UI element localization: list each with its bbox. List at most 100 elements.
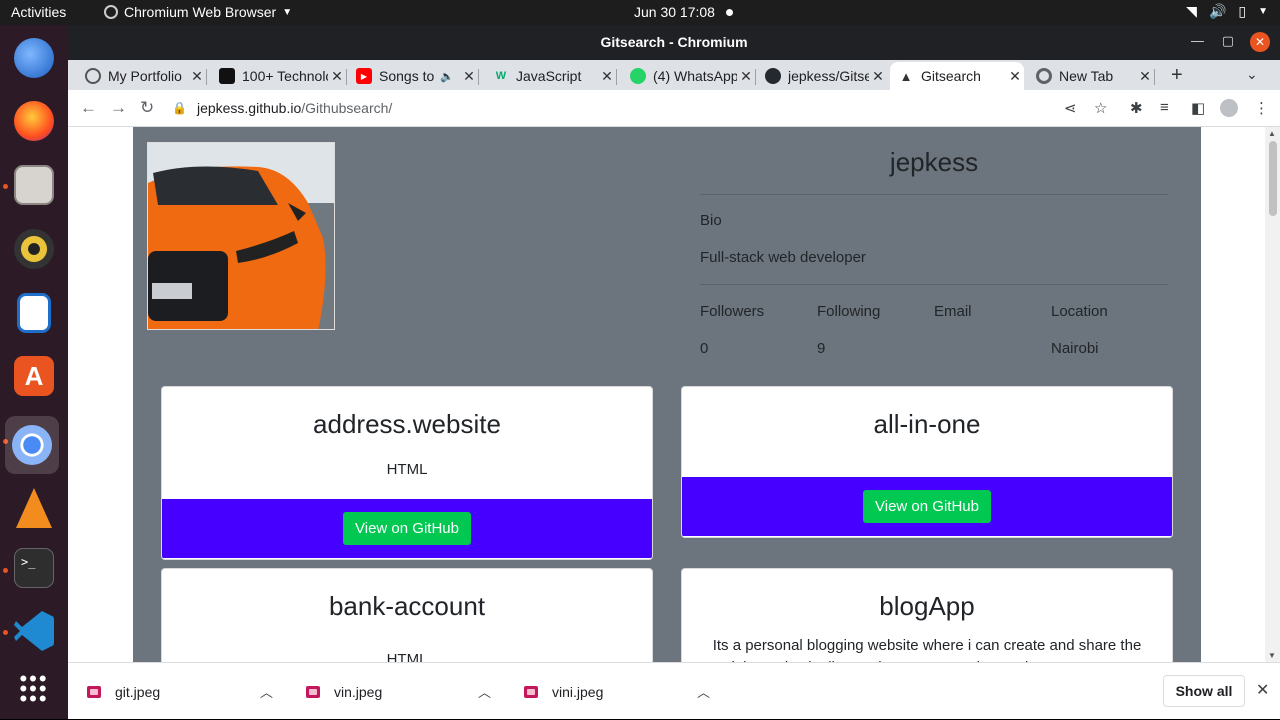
dock-terminal[interactable]: >_ — [10, 544, 58, 592]
dock-chromium[interactable] — [5, 416, 59, 474]
email-label: Email — [934, 303, 972, 320]
tab-separator — [616, 69, 617, 85]
location-label: Location — [1051, 303, 1108, 320]
download-item[interactable]: vini.jpeg ︿ — [524, 663, 724, 720]
repo-language — [682, 451, 1172, 477]
browser-window: Gitsearch - Chromium — ▢ ✕ My Portfolio … — [68, 25, 1280, 719]
tab-songs[interactable]: ▶ Songs to 🔈 ✕ — [348, 62, 479, 90]
close-tab-icon[interactable]: ✕ — [188, 68, 206, 85]
dock-files[interactable] — [10, 161, 58, 209]
menu-kebab-icon[interactable]: ⋮ — [1254, 99, 1269, 117]
tab-javascript[interactable]: W JavaScript ✕ — [485, 62, 617, 90]
chevron-up-icon[interactable]: ︿ — [478, 682, 491, 701]
reload-button[interactable]: ↻ — [140, 98, 154, 118]
following-label: Following — [817, 303, 881, 320]
back-button[interactable]: ← — [80, 98, 97, 118]
url-path: /Githubsearch/ — [301, 100, 393, 116]
tab-strip: My Portfolio ✕ 100+ Technologies ✕ ▶ Son… — [68, 60, 1280, 90]
close-tab-icon[interactable]: ✕ — [328, 68, 346, 85]
web-page: jepkess Bio Full-stack web developer Fol… — [68, 127, 1280, 662]
dock-vlc[interactable] — [10, 484, 58, 532]
tab-separator — [346, 69, 347, 85]
profile-avatar-icon[interactable] — [1220, 99, 1238, 117]
whatsapp-icon — [630, 68, 646, 84]
scrollbar-thumb[interactable] — [1269, 141, 1277, 216]
dock-rhythmbox[interactable] — [10, 225, 58, 273]
location-stat: Location Nairobi — [1051, 293, 1168, 367]
forward-button[interactable]: → — [110, 98, 127, 118]
bookmark-star-icon[interactable]: ☆ — [1094, 99, 1107, 117]
scroll-up-arrow-icon[interactable]: ▲ — [1268, 129, 1276, 138]
title-bar[interactable]: Gitsearch - Chromium — ▢ ✕ — [68, 25, 1280, 60]
close-tab-icon[interactable]: ✕ — [1006, 68, 1024, 85]
youtube-icon: ▶ — [356, 68, 372, 84]
repo-description: Its a personal blogging website where i … — [712, 637, 1142, 662]
audio-playing-icon[interactable]: 🔈 — [440, 70, 454, 83]
system-top-bar: Activities Chromium Web Browser ▼ Jun 30… — [0, 0, 1280, 25]
tab-github-repo[interactable]: jepkess/Gitsearch ✕ — [757, 62, 887, 90]
app-menu[interactable]: Chromium Web Browser ▼ — [104, 4, 292, 20]
address-bar[interactable]: 🔒 jepkess.github.io/Githubsearch/ — [172, 94, 1102, 122]
chevron-up-icon[interactable]: ︿ — [260, 682, 273, 701]
view-on-github-button[interactable]: View on GitHub — [863, 490, 991, 523]
view-on-github-button[interactable]: View on GitHub — [343, 512, 471, 545]
tab-label: JavaScript — [516, 68, 582, 84]
clock[interactable]: Jun 30 17:08 — [634, 4, 715, 20]
maximize-button[interactable]: ▢ — [1222, 33, 1234, 49]
new-tab-button[interactable]: + — [1171, 64, 1183, 87]
media-control-icon[interactable]: ≡ — [1160, 99, 1169, 116]
following-value: 9 — [817, 340, 826, 357]
dock-writer[interactable] — [10, 289, 58, 337]
profile-panel: jepkess Bio Full-stack web developer Fol… — [700, 127, 1168, 367]
extensions-icon[interactable]: ✱ — [1130, 99, 1143, 117]
followers-stat: Followers 0 — [700, 293, 817, 367]
lock-icon[interactable]: 🔒 — [172, 101, 187, 115]
repo-name: all-in-one — [873, 409, 981, 439]
divider — [700, 194, 1168, 195]
repo-card-footer: View on GitHub — [162, 499, 652, 558]
show-apps-button[interactable]: ••• ••• ••• — [10, 665, 58, 713]
profile-username: jepkess — [889, 147, 979, 177]
running-indicator — [3, 184, 8, 189]
minimize-button[interactable]: — — [1191, 33, 1204, 48]
tech-icon — [219, 68, 235, 84]
dock-thunderbird[interactable] — [10, 34, 58, 82]
document-icon — [17, 293, 51, 333]
followers-label: Followers — [700, 303, 765, 320]
caret-down-icon: ▼ — [1258, 6, 1268, 17]
dock-software[interactable]: A — [10, 352, 58, 400]
dock-vscode[interactable] — [10, 607, 58, 655]
profile-stats: Followers 0 Following 9 Email Location N… — [700, 293, 1168, 367]
side-panel-icon[interactable]: ◧ — [1191, 99, 1205, 117]
battery-icon: ▯ — [1238, 3, 1247, 19]
chromium-icon — [1036, 68, 1052, 84]
close-tab-icon[interactable]: ✕ — [598, 68, 616, 85]
page-scrollbar[interactable]: ▲ ▼ — [1265, 127, 1280, 662]
tab-technologies[interactable]: 100+ Technologies ✕ — [211, 62, 347, 90]
activities-button[interactable]: Activities — [11, 4, 66, 20]
tab-new-tab[interactable]: New Tab ✕ — [1028, 62, 1155, 90]
close-tab-icon[interactable]: ✕ — [737, 68, 755, 85]
tab-whatsapp[interactable]: (4) WhatsApp ✕ — [622, 62, 756, 90]
image-file-icon — [524, 685, 538, 698]
download-item[interactable]: vin.jpeg ︿ — [306, 663, 506, 720]
close-tab-icon[interactable]: ✕ — [460, 68, 478, 85]
tab-gitsearch[interactable]: ▲ Gitsearch ✕ — [890, 62, 1024, 90]
close-window-button[interactable]: ✕ — [1250, 32, 1270, 52]
chevron-up-icon[interactable]: ︿ — [697, 682, 710, 701]
close-tab-icon[interactable]: ✕ — [1136, 68, 1154, 85]
tab-separator — [1154, 69, 1155, 85]
tab-my-portfolio[interactable]: My Portfolio ✕ — [77, 62, 207, 90]
close-tab-icon[interactable]: ✕ — [869, 68, 887, 85]
bio-label: Bio — [700, 212, 722, 229]
tab-search-chevron-icon[interactable]: ⌄ — [1246, 66, 1258, 83]
show-all-button[interactable]: Show all — [1163, 675, 1245, 707]
share-icon[interactable]: ⋖ — [1064, 99, 1077, 117]
scroll-down-arrow-icon[interactable]: ▼ — [1268, 651, 1276, 660]
system-tray[interactable]: ◥ 🔊 ▯ ▼ — [1186, 3, 1268, 21]
tab-label: 100+ Technologies — [242, 68, 328, 84]
running-indicator — [3, 568, 8, 573]
download-item[interactable]: git.jpeg ︿ — [87, 663, 287, 720]
dock-firefox[interactable] — [10, 97, 58, 145]
close-shelf-icon[interactable]: ✕ — [1256, 680, 1269, 700]
